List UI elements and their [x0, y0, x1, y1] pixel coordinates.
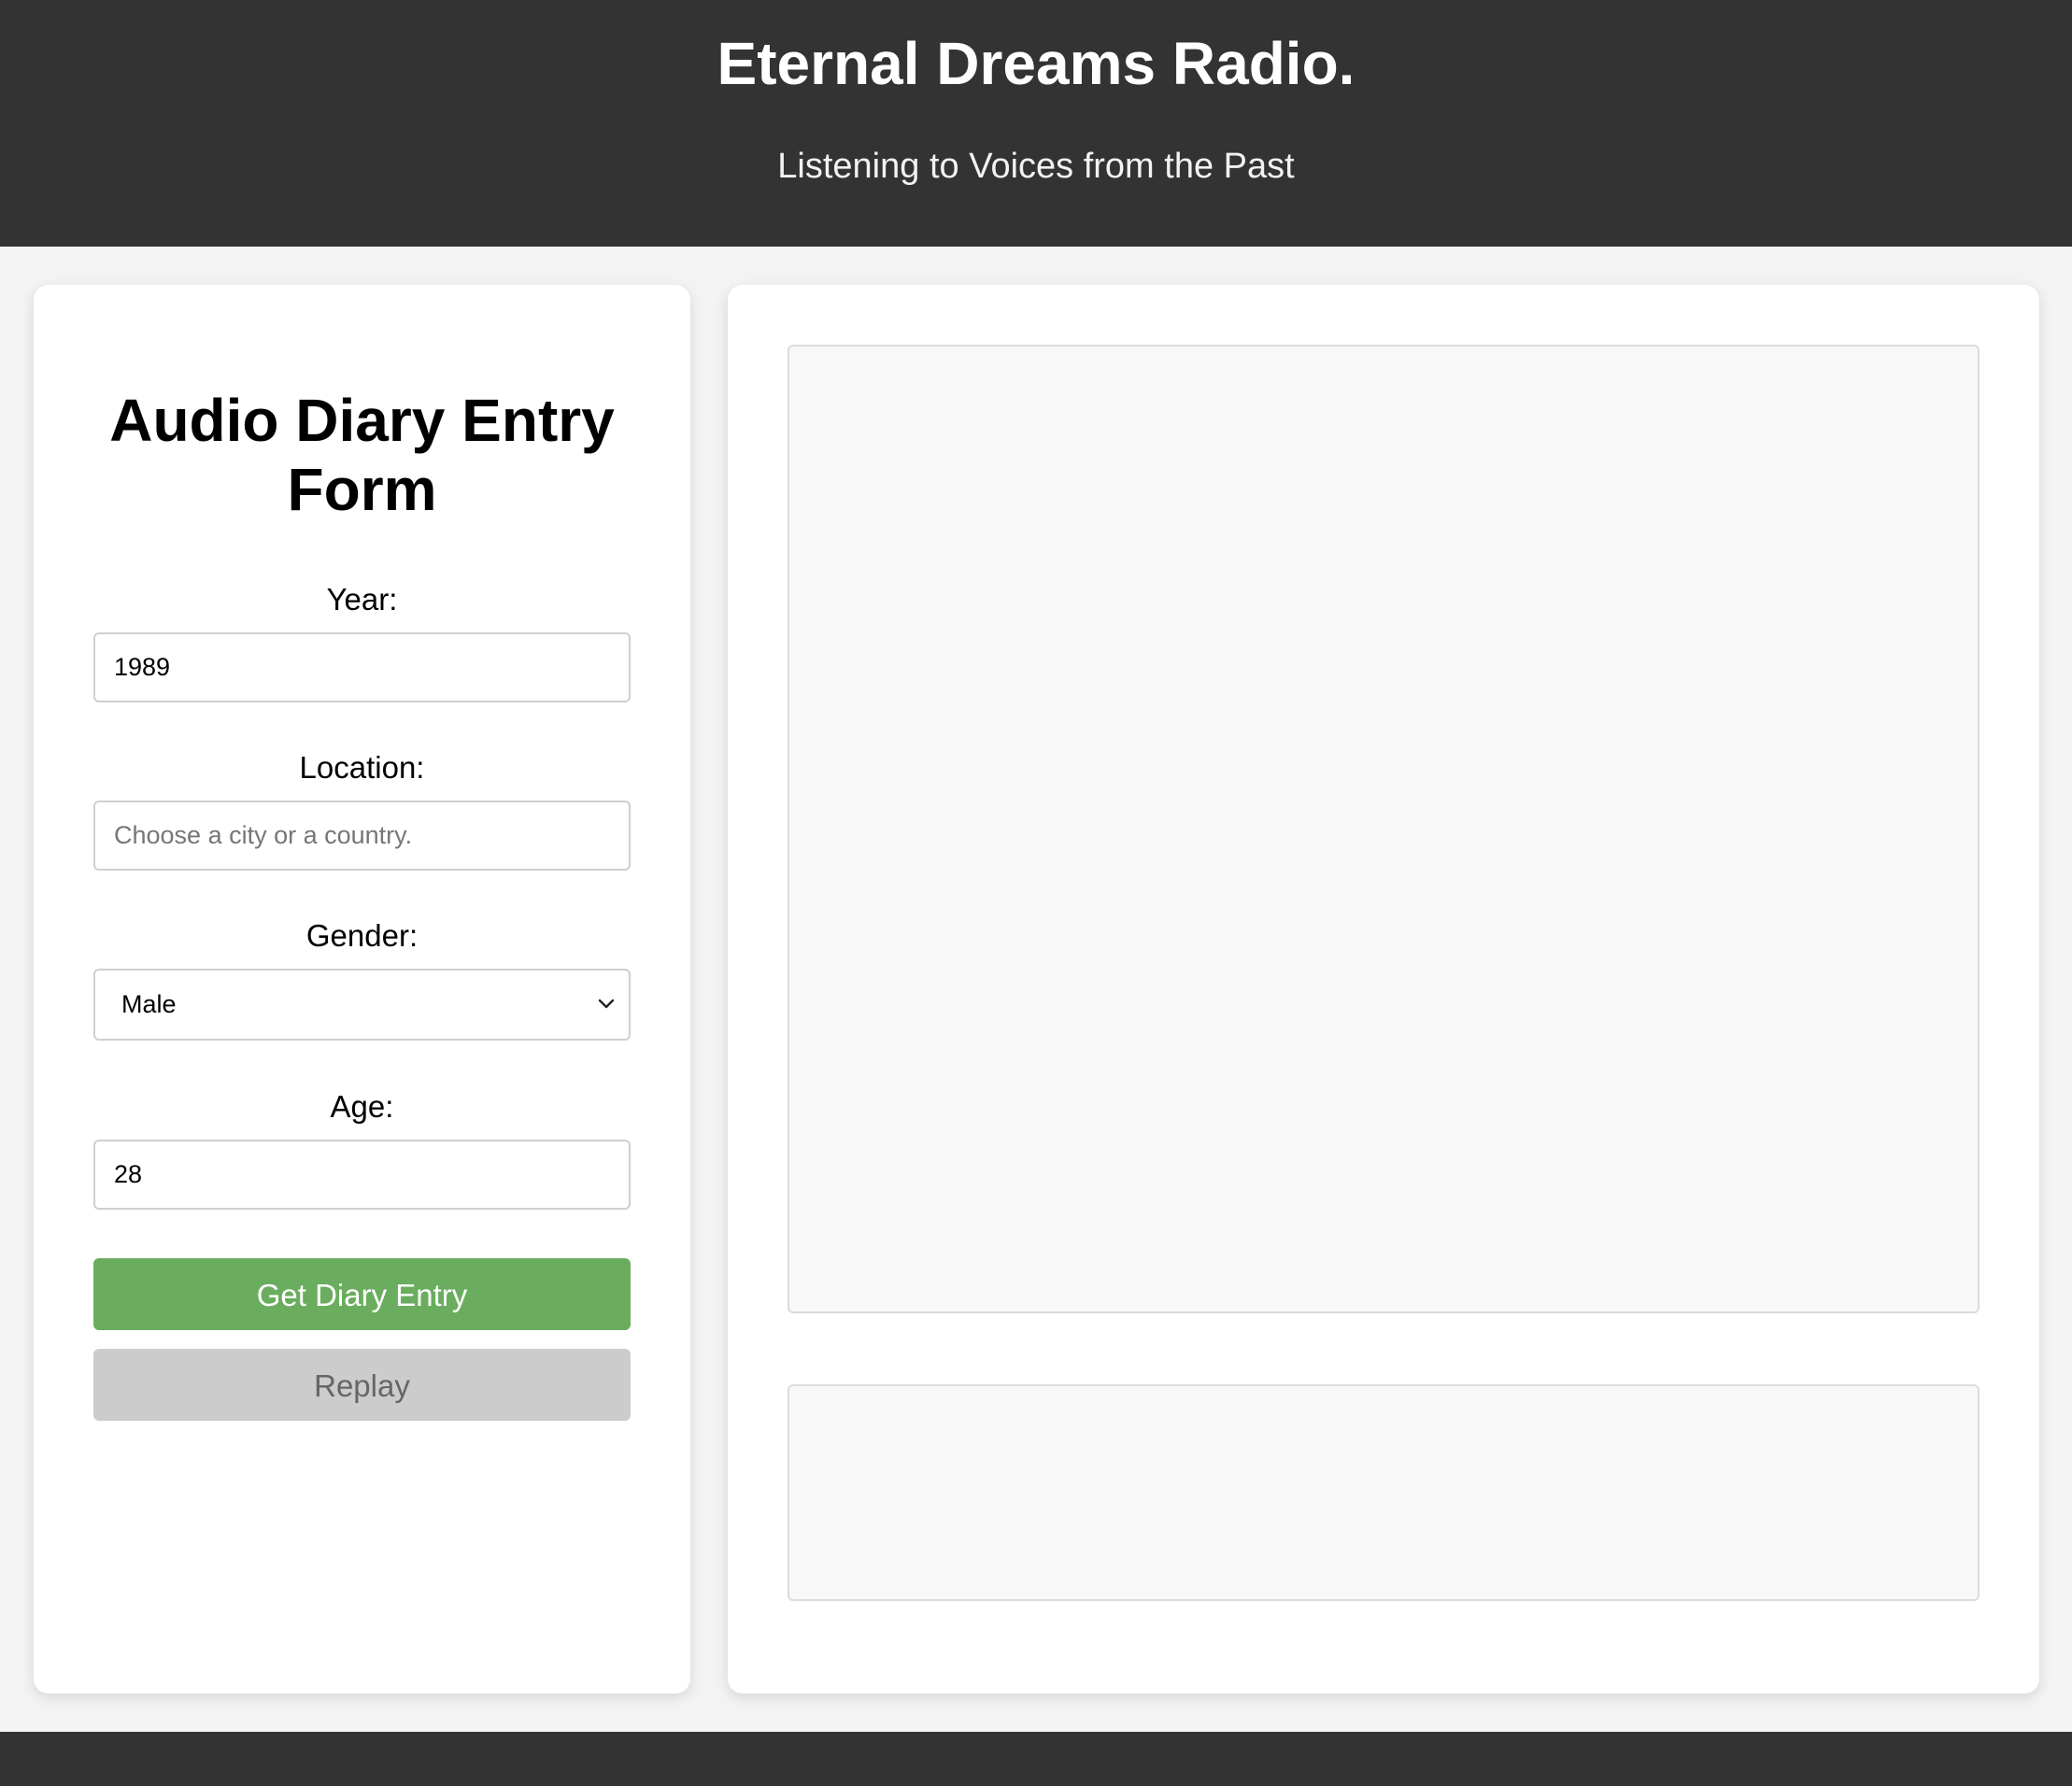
site-title: Eternal Dreams Radio. [717, 30, 1355, 97]
gender-select[interactable]: Male [93, 969, 631, 1041]
location-label: Location: [299, 750, 425, 785]
diary-display-panel [728, 285, 2039, 1694]
diary-image-area [788, 345, 1980, 1313]
chevron-down-icon [598, 999, 615, 1009]
site-header: Eternal Dreams Radio. Listening to Voice… [0, 0, 2072, 247]
site-footer [0, 1732, 2072, 1786]
diary-text-area [788, 1384, 1980, 1601]
age-label: Age: [330, 1089, 394, 1124]
replay-button[interactable]: Replay [93, 1349, 631, 1421]
form-title: Audio Diary Entry Form [109, 387, 615, 523]
diary-form-panel: Audio Diary Entry Form Year: Location: G… [34, 285, 690, 1694]
year-input[interactable] [93, 632, 631, 702]
gender-selected-value: Male [121, 990, 177, 1018]
site-subtitle: Listening to Voices from the Past [777, 147, 1295, 186]
get-diary-entry-button[interactable]: Get Diary Entry [93, 1258, 631, 1330]
age-input[interactable] [93, 1140, 631, 1210]
gender-label: Gender: [305, 918, 419, 953]
location-input[interactable] [93, 801, 631, 871]
year-label: Year: [326, 582, 398, 617]
